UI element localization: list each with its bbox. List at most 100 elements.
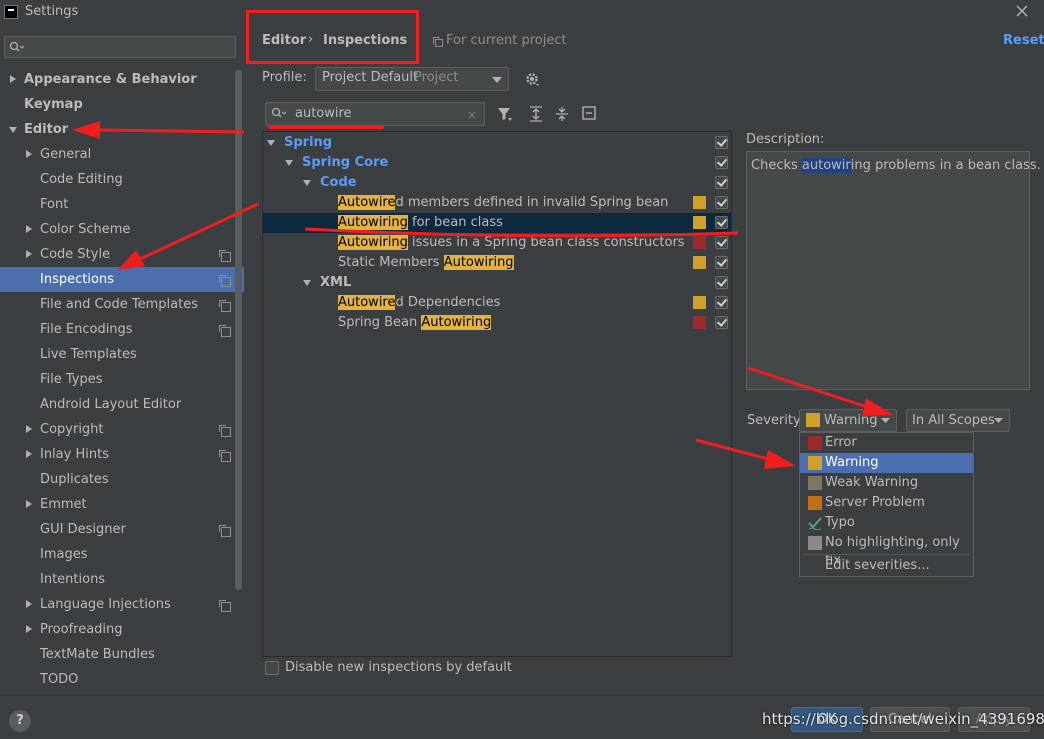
- page-title: Inspections: [323, 33, 408, 48]
- inspection-row[interactable]: Autowiring for bean class: [263, 213, 731, 233]
- severity-option-warning[interactable]: Warning: [800, 453, 973, 473]
- breadcrumb-editor[interactable]: Editor: [262, 33, 306, 48]
- severity-option-error[interactable]: Error: [800, 433, 973, 453]
- severity-option-no-highlighting-only-fix[interactable]: No highlighting, only fix: [800, 533, 973, 568]
- enabled-checkbox[interactable]: [715, 316, 728, 329]
- enabled-checkbox[interactable]: [715, 276, 728, 289]
- sidebar-item-gui-designer[interactable]: GUI Designer: [0, 517, 235, 542]
- sidebar-item-general[interactable]: General: [0, 142, 235, 167]
- sidebar-item-proofreading[interactable]: Proofreading: [0, 617, 235, 642]
- sidebar-item-android-layout-editor[interactable]: Android Layout Editor: [0, 392, 235, 417]
- enabled-checkbox[interactable]: [715, 296, 728, 309]
- chevron-right-icon[interactable]: [26, 250, 32, 258]
- expand-all-icon[interactable]: [529, 106, 543, 122]
- severity-swatch: [693, 196, 706, 209]
- sidebar-item-keymap[interactable]: Keymap: [0, 92, 235, 117]
- sidebar-item-intentions[interactable]: Intentions: [0, 567, 235, 592]
- sidebar-item-file-encodings[interactable]: File Encodings: [0, 317, 235, 342]
- reset-to-default-icon[interactable]: [582, 106, 596, 120]
- sidebar-item-inlay-hints[interactable]: Inlay Hints: [0, 442, 235, 467]
- severity-option-weak-warning[interactable]: Weak Warning: [800, 473, 973, 493]
- inspection-row[interactable]: Autowired Dependencies: [263, 293, 731, 313]
- disable-new-checkbox[interactable]: [265, 661, 279, 675]
- inspection-row[interactable]: Autowiring issues in a Spring bean class…: [263, 233, 731, 253]
- chevron-right-icon[interactable]: [26, 225, 32, 233]
- sidebar-item-label: Android Layout Editor: [40, 397, 182, 412]
- inspection-group-label: Spring Core: [302, 155, 389, 170]
- edit-severities-item[interactable]: Edit severities...: [825, 558, 930, 573]
- chevron-down-icon: [994, 418, 1003, 423]
- filter-funnel-icon[interactable]: [497, 106, 513, 122]
- enabled-checkbox[interactable]: [715, 256, 728, 269]
- clear-icon[interactable]: ×: [467, 108, 477, 122]
- sidebar-item-code-editing[interactable]: Code Editing: [0, 167, 235, 192]
- inspection-group-row[interactable]: Spring Core: [263, 153, 731, 173]
- inspection-group-label: XML: [320, 275, 352, 290]
- chevron-right-icon[interactable]: [26, 425, 32, 433]
- sidebar-item-label: File Types: [40, 372, 103, 387]
- chevron-down-icon[interactable]: [303, 180, 311, 186]
- inspection-label: Static Members Autowiring: [338, 254, 514, 272]
- sidebar-item-appearance-behavior[interactable]: Appearance & Behavior: [0, 67, 235, 92]
- inspection-group-row[interactable]: Spring: [263, 133, 731, 153]
- sidebar-item-images[interactable]: Images: [0, 542, 235, 567]
- sidebar-item-color-scheme[interactable]: Color Scheme: [0, 217, 235, 242]
- sidebar-item-label: TextMate Bundles: [40, 647, 155, 662]
- sidebar-item-label: GUI Designer: [40, 522, 126, 537]
- sidebar-item-copyright[interactable]: Copyright: [0, 417, 235, 442]
- search-icon: [271, 107, 287, 119]
- sidebar-item-label: Live Templates: [40, 347, 137, 362]
- sidebar-item-language-injections[interactable]: Language Injections: [0, 592, 235, 617]
- chevron-down-icon[interactable]: [285, 160, 293, 166]
- severity-swatch: [808, 456, 822, 470]
- reset-link[interactable]: Reset: [1003, 33, 1044, 48]
- sidebar-scrollbar[interactable]: [235, 70, 242, 590]
- chevron-right-icon[interactable]: [26, 450, 32, 458]
- breadcrumb-separator: ›: [308, 32, 314, 47]
- inspection-row[interactable]: Spring Bean Autowiring: [263, 313, 731, 333]
- sidebar-item-file-and-code-templates[interactable]: File and Code Templates: [0, 292, 235, 317]
- sidebar-item-textmate-bundles[interactable]: TextMate Bundles: [0, 642, 235, 667]
- help-button[interactable]: ?: [9, 710, 31, 732]
- enabled-checkbox[interactable]: [715, 196, 728, 209]
- gear-icon[interactable]: [524, 71, 540, 87]
- chevron-right-icon[interactable]: [10, 75, 16, 83]
- chevron-right-icon[interactable]: [26, 150, 32, 158]
- enabled-checkbox[interactable]: [715, 176, 728, 189]
- enabled-checkbox[interactable]: [715, 136, 728, 149]
- inspection-label: Autowired members defined in invalid Spr…: [338, 194, 668, 212]
- sidebar-item-code-style[interactable]: Code Style: [0, 242, 235, 267]
- sidebar-item-font[interactable]: Font: [0, 192, 235, 217]
- sidebar-item-live-templates[interactable]: Live Templates: [0, 342, 235, 367]
- sidebar-item-todo[interactable]: TODO: [0, 667, 235, 692]
- inspection-row[interactable]: Autowired members defined in invalid Spr…: [263, 193, 731, 213]
- chevron-right-icon[interactable]: [26, 625, 32, 633]
- severity-swatch: [693, 296, 706, 309]
- severity-option-server-problem[interactable]: Server Problem: [800, 493, 973, 513]
- chevron-right-icon[interactable]: [26, 600, 32, 608]
- project-scope-icon: [219, 325, 231, 337]
- search-match-highlight: Autowire: [338, 295, 396, 310]
- chevron-down-icon: [881, 418, 890, 423]
- sidebar-item-inspections[interactable]: Inspections: [0, 267, 244, 292]
- chevron-down-icon[interactable]: [267, 140, 275, 146]
- chevron-down-icon[interactable]: [303, 280, 311, 286]
- collapse-all-icon[interactable]: [555, 106, 569, 122]
- search-match-highlight: Autowiring: [443, 255, 514, 270]
- enabled-checkbox[interactable]: [715, 156, 728, 169]
- sidebar-item-file-types[interactable]: File Types: [0, 367, 235, 392]
- inspection-group-row[interactable]: XML: [263, 273, 731, 293]
- sidebar-item-emmet[interactable]: Emmet: [0, 492, 235, 517]
- severity-option-typo[interactable]: Typo: [800, 513, 973, 533]
- chevron-down-icon[interactable]: [9, 127, 17, 133]
- inspection-row[interactable]: Static Members Autowiring: [263, 253, 731, 273]
- inspection-label-part: d Dependencies: [395, 295, 501, 310]
- close-icon[interactable]: [1013, 2, 1031, 20]
- settings-search-input[interactable]: [4, 36, 236, 58]
- enabled-checkbox[interactable]: [715, 216, 728, 229]
- sidebar-item-editor[interactable]: Editor: [0, 117, 235, 142]
- sidebar-item-duplicates[interactable]: Duplicates: [0, 467, 235, 492]
- enabled-checkbox[interactable]: [715, 236, 728, 249]
- chevron-right-icon[interactable]: [26, 500, 32, 508]
- inspection-group-row[interactable]: Code: [263, 173, 731, 193]
